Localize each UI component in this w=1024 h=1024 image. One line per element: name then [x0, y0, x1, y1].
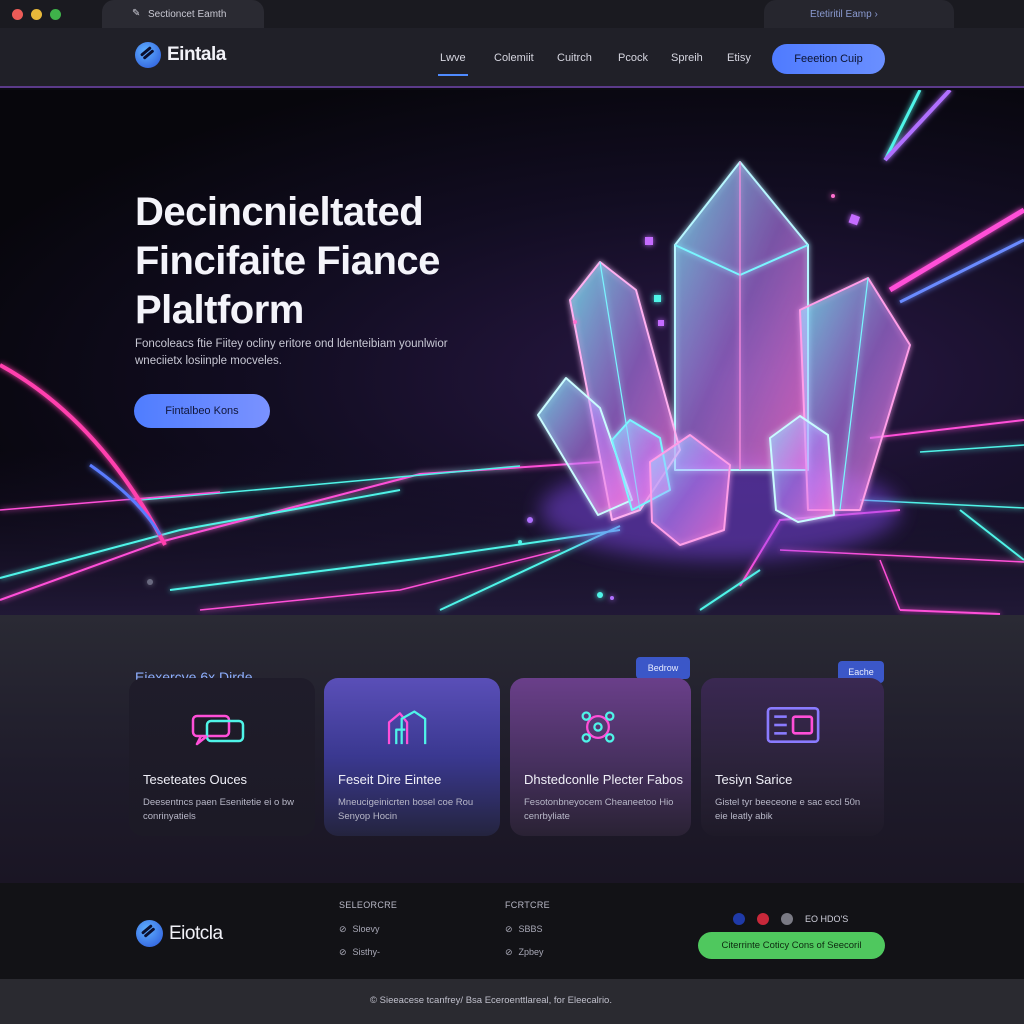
feature-card-1-title: Teseteates Ouces	[143, 772, 248, 787]
close-window-button[interactable]	[12, 9, 23, 20]
footer-link-1[interactable]: ⊘ Sloevy	[339, 924, 397, 935]
footer-link-2-label: Sisthy-	[352, 947, 381, 957]
feature-card-1-desc: Deesentncs paen Esenitetie ei o bw conri…	[143, 797, 295, 822]
footer-link-3-label: SBBS	[518, 924, 543, 934]
nav-link-4[interactable]: Pcock	[618, 52, 671, 64]
top-navigation: Eintala Lwve Colemiit Cuitrch Pcock Spre…	[0, 28, 1024, 88]
minimize-window-button[interactable]	[31, 9, 42, 20]
feature-card-3-title: Dhstedconlle Plecter Fabos	[524, 772, 683, 787]
copyright-bar: © Sieeacese tcanfrey/ Bsa Eceroenttlarea…	[0, 979, 1024, 1024]
browser-tab-inactive[interactable]: Etetiritil Eamp ›	[764, 0, 954, 28]
hero-title: Decincnieltated Fincifaite Fiance Plaltf…	[135, 188, 555, 335]
feature-card-2[interactable]: Feseit Dire Eintee Mneucigeinicrten bose…	[324, 678, 500, 836]
features-section: Eiexercye 6x Dirde Bedrow Eache Teseteat…	[0, 615, 1024, 883]
social-label: EO HDO'S	[805, 914, 849, 924]
window-controls	[12, 9, 61, 20]
social-red-icon[interactable]	[757, 913, 769, 925]
footer-link-4[interactable]: ⊘ Zpbey	[505, 947, 550, 958]
feature-card-4-desc: Gistel tyr beeceone e sac eccl 50n eie l…	[715, 797, 861, 822]
nav-links: Lwve Colemiit Cuitrch Pcock Spreih Etisy	[438, 52, 767, 76]
link-icon: ⊘	[505, 924, 513, 934]
footer-green-button[interactable]: Citerrinte Coticy Cons of Seecoril	[698, 932, 885, 959]
nav-link-6[interactable]: Etisy	[727, 52, 767, 64]
browser-chrome: ✎ Sectioncet Eamth Etetiritil Eamp ›	[0, 0, 1024, 28]
footer-social: EO HDO'S	[733, 913, 848, 925]
hero-title-line-3: Plaltform	[135, 288, 304, 332]
hero-title-line-2: Fincifaite Fiance	[135, 239, 440, 283]
badge-new[interactable]: Bedrow	[636, 657, 690, 679]
nav-link-3[interactable]: Cuitrch	[557, 52, 618, 64]
copyright-text: © Sieeacese tcanfrey/ Bsa Eceroenttlarea…	[370, 995, 612, 1006]
footer-link-4-label: Zpbey	[518, 947, 544, 957]
copyright-label: Sieeacese tcanfrey/ Bsa Eceroenttlareal,…	[379, 995, 612, 1006]
footer-brand-name: Eiotcla	[169, 922, 223, 944]
feature-card-2-title: Feseit Dire Eintee	[338, 772, 442, 787]
feature-card-3-desc: Fesotonbneyocem Cheaneetoo Hio cenrbylia…	[524, 797, 674, 822]
nav-link-5[interactable]: Spreih	[671, 52, 727, 64]
building-icon	[387, 710, 427, 745]
tab-title-2: Etetiritil Eamp	[810, 9, 872, 20]
copyright-icon: ©	[370, 995, 380, 1006]
footer-link-1-label: Sloevy	[352, 924, 380, 934]
brand-logo[interactable]: Eintala	[135, 42, 226, 68]
logo-icon	[135, 42, 161, 68]
network-icon	[581, 711, 615, 743]
footer: Eiotcla SELEORCRE ⊘ Sloevy ⊘ Sisthy- FCR…	[0, 883, 1024, 979]
wallet-icon	[766, 706, 820, 744]
nav-link-home[interactable]: Lwve	[438, 52, 494, 76]
hero-section: Decincnieltated Fincifaite Fiance Plaltf…	[0, 90, 1024, 615]
brand-name: Eintala	[167, 44, 226, 65]
feature-card-4[interactable]: Tesiyn Sarice Gistel tyr beeceone e sac …	[701, 678, 884, 836]
footer-link-3[interactable]: ⊘ SBBS	[505, 924, 550, 935]
footer-logo[interactable]: Eiotcla	[136, 920, 223, 947]
footer-column-1: SELEORCRE ⊘ Sloevy ⊘ Sisthy-	[339, 900, 397, 970]
feature-card-3[interactable]: Dhstedconlle Plecter Fabos Fesotonbneyoc…	[510, 678, 691, 836]
feature-card-2-desc: Mneucigeinicrten bosel coe Rou Senyop Ho…	[338, 797, 474, 822]
hero-cta-button[interactable]: Fintalbeo Kons	[134, 394, 270, 428]
tab-title: Sectioncet Eamth	[148, 9, 227, 20]
footer-column-2: FCRTCRE ⊘ SBBS ⊘ Zpbey	[505, 900, 550, 970]
edit-icon: ✎	[132, 8, 141, 19]
link-icon: ⊘	[339, 947, 347, 957]
footer-column-1-heading: SELEORCRE	[339, 900, 398, 910]
nav-link-2[interactable]: Colemiit	[494, 52, 557, 64]
maximize-window-button[interactable]	[50, 9, 61, 20]
footer-logo-icon	[136, 920, 163, 947]
dual-chat-icon	[191, 714, 245, 746]
feature-card-1[interactable]: Teseteates Ouces Deesentncs paen Esenite…	[129, 678, 315, 836]
nav-cta-button[interactable]: Feeetion Cuip	[772, 44, 885, 74]
hero-title-line-1: Decincnieltated	[135, 190, 424, 234]
link-icon: ⊘	[505, 947, 513, 957]
link-icon: ⊘	[339, 924, 347, 934]
hero-description: Foncoleacs ftie Fiitey ocliny eritore on…	[135, 338, 448, 367]
social-gray-icon[interactable]	[781, 913, 793, 925]
browser-tab-active[interactable]: ✎ Sectioncet Eamth	[102, 0, 264, 28]
chevron-right-icon: ›	[874, 9, 878, 20]
feature-card-4-title: Tesiyn Sarice	[715, 772, 793, 787]
footer-column-2-heading: FCRTCRE	[505, 900, 550, 910]
footer-link-2[interactable]: ⊘ Sisthy-	[339, 947, 397, 958]
social-blue-icon[interactable]	[733, 913, 745, 925]
